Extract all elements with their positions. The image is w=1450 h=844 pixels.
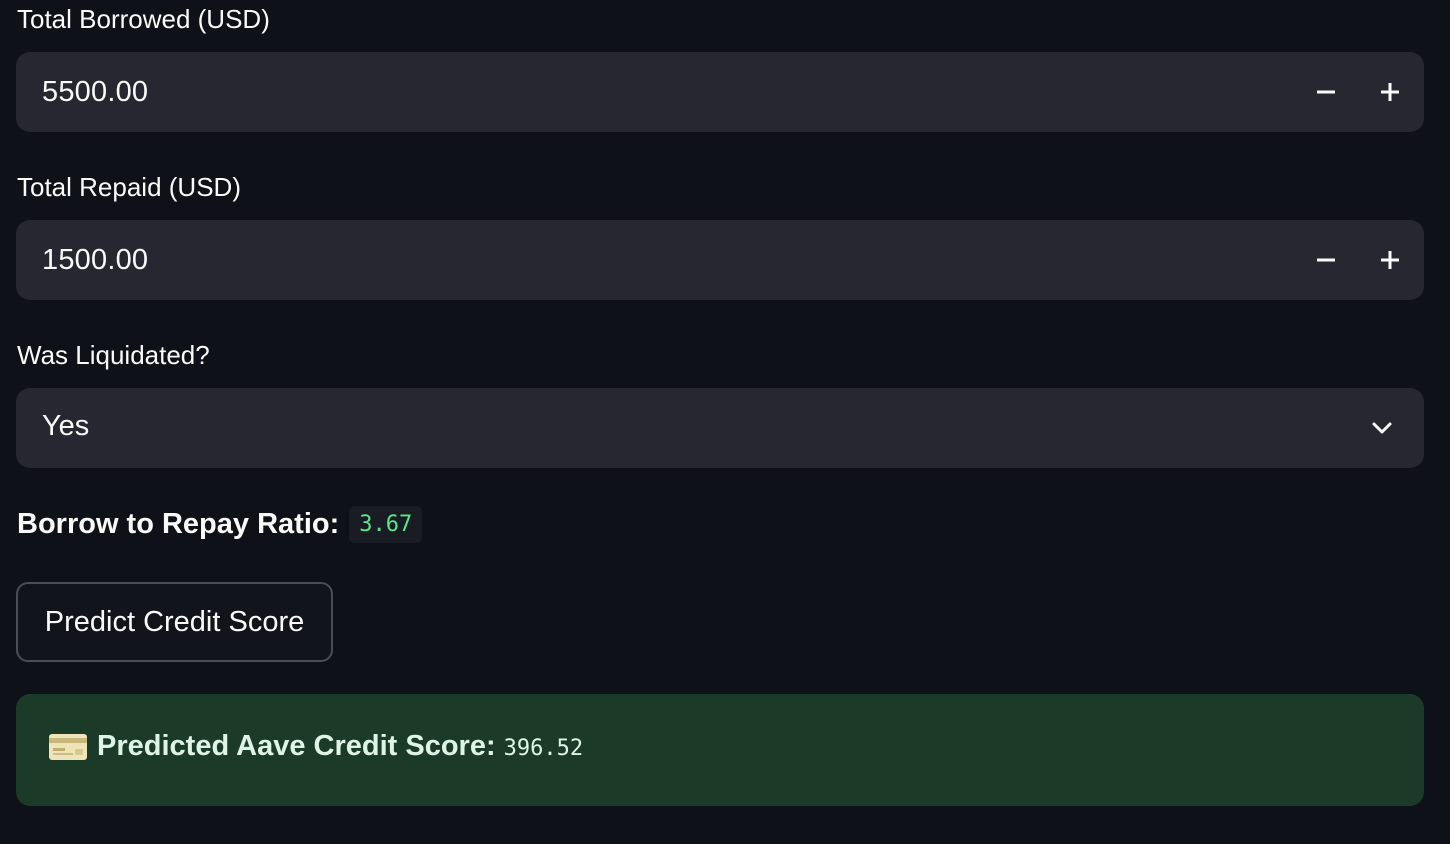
credit-score-form: Total Borrowed (USD) 5500.00 Total Repai…	[0, 0, 1450, 844]
credit-card-icon	[49, 733, 87, 760]
liquidated-select[interactable]: Yes	[16, 388, 1424, 468]
repaid-increment-button[interactable]	[1362, 232, 1418, 288]
liquidated-selected-value: Yes	[42, 410, 90, 442]
borrowed-number-input[interactable]: 5500.00	[16, 52, 1424, 132]
borrowed-increment-button[interactable]	[1362, 64, 1418, 120]
repaid-label: Total Repaid (USD)	[17, 172, 241, 202]
minus-icon	[1317, 90, 1335, 94]
borrowed-decrement-button[interactable]	[1298, 64, 1354, 120]
repaid-value[interactable]: 1500.00	[42, 244, 148, 277]
minus-icon	[1317, 258, 1335, 262]
plus-icon	[1381, 251, 1399, 269]
repaid-number-input[interactable]: 1500.00	[16, 220, 1424, 300]
ratio-value: 3.67	[349, 506, 423, 543]
repaid-decrement-button[interactable]	[1298, 232, 1354, 288]
success-alert: Predicted Aave Credit Score: 396.52	[16, 694, 1424, 806]
result-content: Predicted Aave Credit Score: 396.52	[48, 730, 583, 763]
predict-credit-score-button[interactable]: Predict Credit Score	[16, 582, 333, 662]
borrowed-value[interactable]: 5500.00	[42, 76, 148, 109]
chevron-down-icon	[1372, 422, 1392, 434]
ratio-row: Borrow to Repay Ratio: 3.67	[17, 506, 423, 543]
ratio-label: Borrow to Repay Ratio:	[17, 508, 340, 540]
borrowed-label: Total Borrowed (USD)	[17, 4, 270, 34]
result-label: Predicted Aave Credit Score:	[97, 730, 496, 762]
plus-icon	[1381, 83, 1399, 101]
liquidated-label: Was Liquidated?	[17, 340, 210, 370]
result-value: 396.52	[503, 736, 584, 761]
